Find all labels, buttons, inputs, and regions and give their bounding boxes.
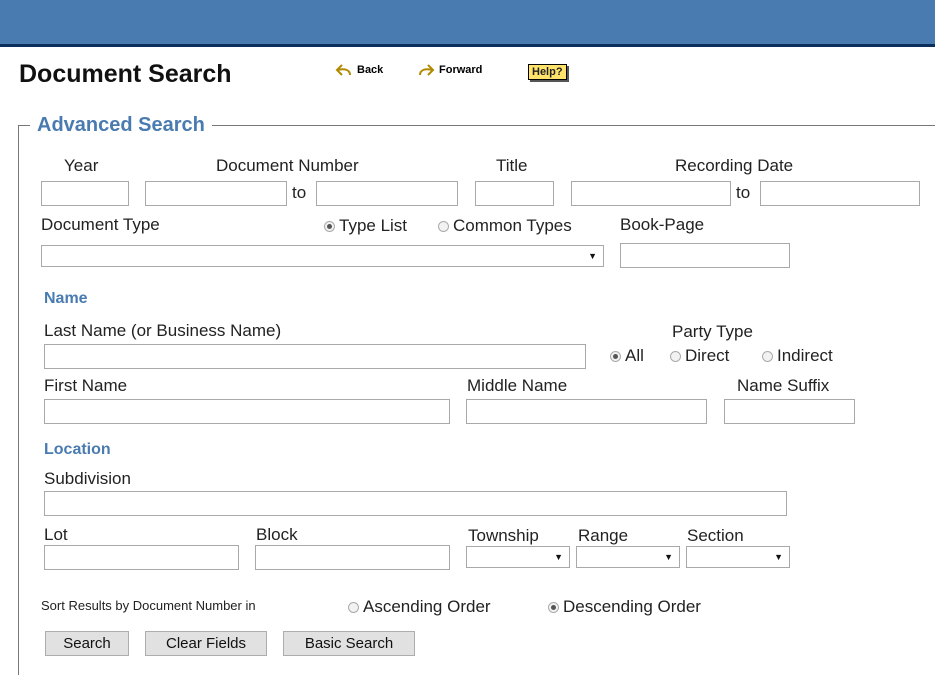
search-button[interactable]: Search	[45, 631, 129, 656]
document-type-select[interactable]: ▼	[41, 245, 604, 267]
name-suffix-input[interactable]	[724, 399, 855, 424]
subdivision-label: Subdivision	[44, 469, 131, 488]
doctype-common-types-option[interactable]: Common Types	[438, 216, 572, 236]
party-indirect-radio[interactable]	[762, 350, 773, 362]
help-button[interactable]: Help?	[528, 64, 567, 80]
party-indirect-option[interactable]: Indirect	[762, 346, 833, 366]
party-all-option[interactable]: All	[610, 346, 644, 366]
subdivision-input[interactable]	[44, 491, 787, 516]
ascending-label: Ascending Order	[363, 597, 491, 616]
recording-date-label: Recording Date	[675, 156, 794, 175]
dropdown-arrow-icon: ▼	[554, 552, 563, 562]
recording-date-to-input[interactable]	[760, 181, 920, 206]
block-label: Block	[256, 525, 298, 544]
dropdown-arrow-icon: ▼	[664, 552, 673, 562]
block-input[interactable]	[255, 545, 450, 570]
book-page-input[interactable]	[620, 243, 790, 268]
party-direct-option[interactable]: Direct	[670, 346, 729, 366]
first-name-label: First Name	[44, 376, 128, 395]
document-number-label: Document Number	[216, 156, 359, 175]
document-number-to-input[interactable]	[316, 181, 458, 206]
page-title: Document Search	[19, 60, 232, 88]
descending-radio[interactable]	[548, 601, 559, 613]
forward-arrow-icon	[419, 64, 435, 76]
section-label: Section	[687, 526, 744, 545]
location-section-heading: Location	[44, 441, 111, 458]
fieldset-border-left	[18, 125, 19, 675]
ascending-radio[interactable]	[348, 601, 359, 613]
party-direct-radio[interactable]	[670, 350, 681, 362]
party-all-label: All	[625, 346, 644, 365]
top-banner	[0, 0, 935, 47]
back-label: Back	[357, 64, 384, 76]
sort-ascending-option[interactable]: Ascending Order	[348, 597, 491, 617]
name-section-heading: Name	[44, 290, 88, 307]
range-label: Range	[578, 526, 629, 545]
sort-label: Sort Results by Document Number in	[41, 598, 256, 613]
type-list-label: Type List	[339, 216, 408, 235]
middle-name-label: Middle Name	[467, 376, 568, 395]
advanced-search-legend: Advanced Search	[30, 114, 212, 137]
dropdown-arrow-icon: ▼	[774, 552, 783, 562]
middle-name-input[interactable]	[466, 399, 707, 424]
section-select[interactable]: ▼	[686, 546, 790, 568]
recording-date-to-label: to	[736, 183, 751, 202]
year-label: Year	[64, 156, 99, 175]
forward-link[interactable]: Forward	[417, 63, 482, 77]
name-suffix-label: Name Suffix	[737, 376, 830, 395]
last-name-input[interactable]	[44, 344, 586, 369]
party-indirect-label: Indirect	[777, 346, 833, 365]
party-all-radio[interactable]	[610, 350, 621, 362]
book-page-label: Book-Page	[620, 215, 705, 234]
basic-search-button[interactable]: Basic Search	[283, 631, 415, 656]
document-number-from-input[interactable]	[145, 181, 287, 206]
title-label: Title	[496, 156, 528, 175]
township-label: Township	[468, 526, 539, 545]
dropdown-arrow-icon: ▼	[588, 251, 597, 261]
back-link[interactable]: Back	[335, 63, 383, 77]
township-select[interactable]: ▼	[466, 546, 570, 568]
last-name-label: Last Name (or Business Name)	[44, 321, 282, 340]
doctype-type-list-option[interactable]: Type List	[324, 216, 407, 236]
document-number-to-label: to	[292, 183, 307, 202]
range-select[interactable]: ▼	[576, 546, 680, 568]
lot-label: Lot	[44, 525, 68, 544]
back-arrow-icon	[335, 64, 351, 76]
descending-label: Descending Order	[563, 597, 701, 616]
recording-date-from-input[interactable]	[571, 181, 731, 206]
party-direct-label: Direct	[685, 346, 730, 365]
year-input[interactable]	[41, 181, 129, 206]
type-list-radio[interactable]	[324, 220, 335, 232]
clear-fields-button[interactable]: Clear Fields	[145, 631, 267, 656]
forward-label: Forward	[439, 64, 483, 76]
common-types-radio[interactable]	[438, 220, 449, 232]
party-type-label: Party Type	[672, 322, 753, 341]
document-type-label: Document Type	[41, 215, 160, 234]
first-name-input[interactable]	[44, 399, 450, 424]
title-input[interactable]	[475, 181, 554, 206]
sort-descending-option[interactable]: Descending Order	[548, 597, 701, 617]
common-types-label: Common Types	[453, 216, 572, 235]
lot-input[interactable]	[44, 545, 239, 570]
